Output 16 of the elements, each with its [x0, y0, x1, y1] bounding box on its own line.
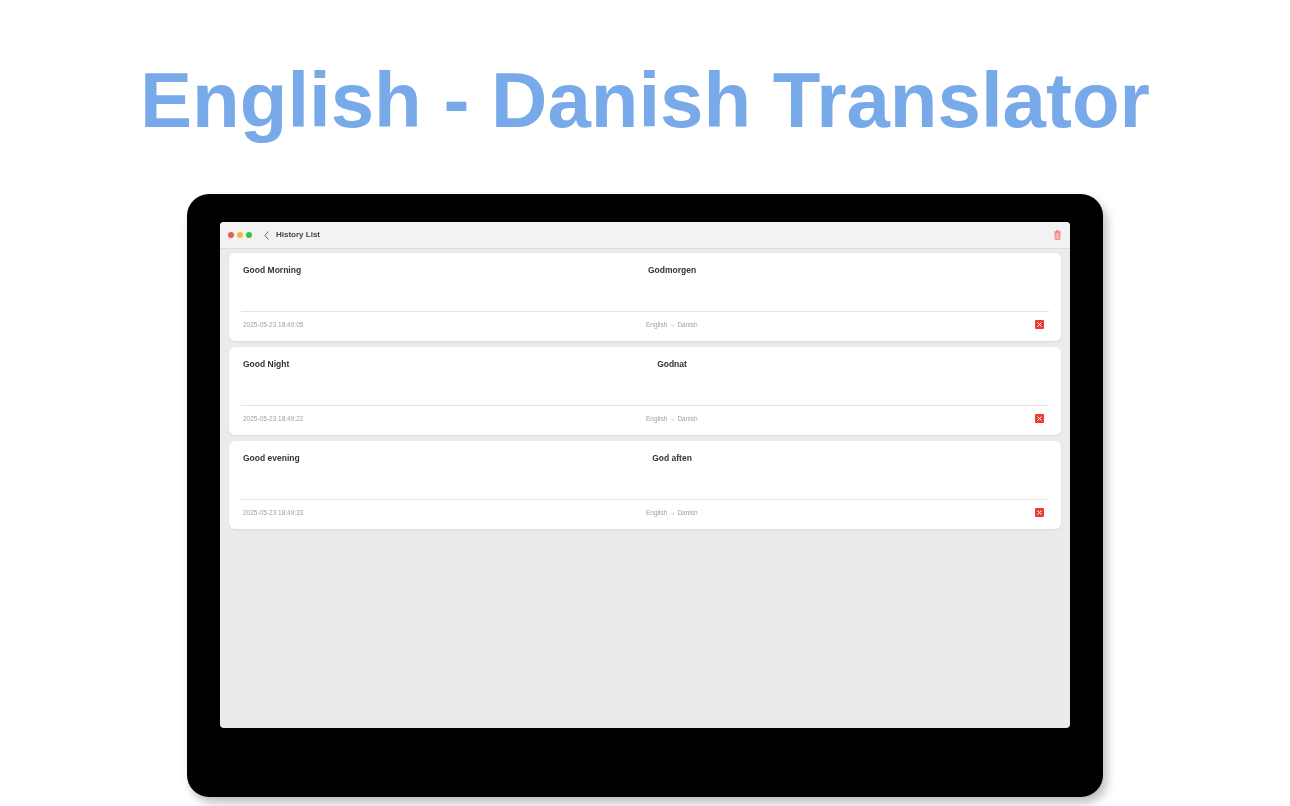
- delete-button[interactable]: [1035, 413, 1044, 423]
- translated-text: Godmorgen: [646, 265, 698, 276]
- translated-text: God aften: [651, 453, 693, 464]
- window-title: History List: [276, 230, 320, 240]
- source-text: Good Night: [243, 359, 291, 370]
- close-icon: [1037, 415, 1042, 421]
- delete-button[interactable]: [1035, 319, 1044, 329]
- source-text: Good evening: [243, 453, 301, 464]
- translated-text: Godnat: [656, 359, 688, 370]
- trash-icon[interactable]: [1054, 230, 1061, 240]
- close-window-icon[interactable]: [228, 232, 234, 238]
- source-text: Good Morning: [243, 265, 303, 276]
- delete-button[interactable]: [1035, 507, 1044, 517]
- close-icon: [1037, 321, 1042, 327]
- back-chevron-icon[interactable]: [264, 230, 269, 240]
- close-icon: [1037, 509, 1042, 515]
